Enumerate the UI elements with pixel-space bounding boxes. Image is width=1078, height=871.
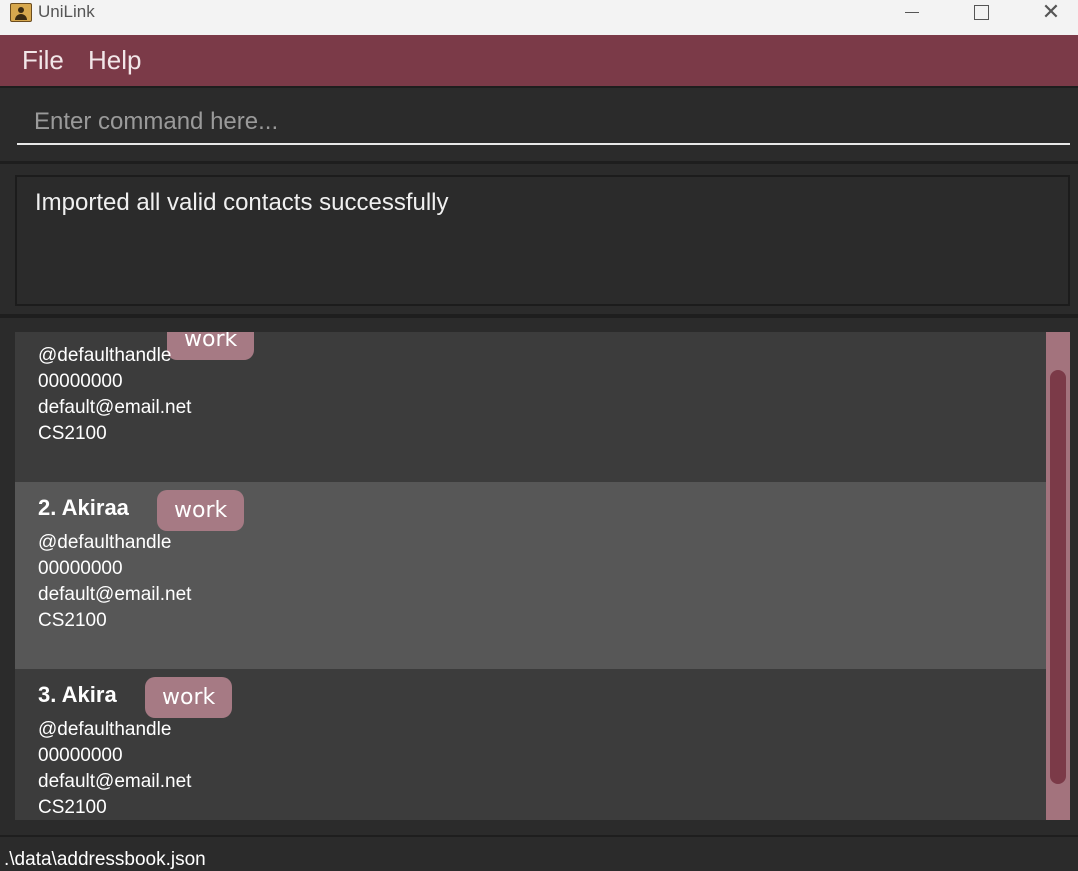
contact-email: default@email.net xyxy=(38,771,192,792)
command-input[interactable] xyxy=(17,101,1070,145)
contact-name: 2. Akiraa xyxy=(38,495,129,520)
minimize-button[interactable] xyxy=(882,0,942,25)
contact-email: default@email.net xyxy=(38,584,192,605)
minimize-icon xyxy=(905,12,919,13)
contact-tag: work xyxy=(167,332,255,360)
contact-handle: @defaulthandle xyxy=(38,532,172,553)
contact-tag: work xyxy=(145,677,233,718)
command-box xyxy=(0,90,1078,164)
result-message: Imported all valid contacts successfully xyxy=(35,189,449,216)
close-icon: ✕ xyxy=(1041,0,1061,25)
contact-phone: 00000000 xyxy=(38,371,123,392)
window-title: UniLink xyxy=(38,2,95,21)
contact-handle: @defaulthandle xyxy=(38,719,172,740)
title-bar: UniLink ✕ xyxy=(0,0,1078,35)
result-display: Imported all valid contacts successfully xyxy=(15,175,1070,306)
contact-phone: 00000000 xyxy=(38,745,123,766)
contact-card[interactable]: 2. Akiraa work @defaulthandle 00000000 d… xyxy=(15,482,1046,669)
contact-card[interactable]: work @defaulthandle 00000000 default@ema… xyxy=(15,332,1046,482)
contact-module: CS2100 xyxy=(38,610,107,631)
maximize-button[interactable] xyxy=(951,0,1011,25)
close-button[interactable]: ✕ xyxy=(1021,0,1078,25)
contact-phone: 00000000 xyxy=(38,558,123,579)
menu-help[interactable]: Help xyxy=(88,45,141,76)
scrollbar-thumb[interactable] xyxy=(1050,370,1066,784)
contact-module: CS2100 xyxy=(38,797,107,818)
contact-card[interactable]: 3. Akira work @defaulthandle 00000000 de… xyxy=(15,669,1046,820)
contact-handle: @defaulthandle xyxy=(38,345,172,366)
app-contact-icon xyxy=(10,3,32,22)
contact-tag: work xyxy=(157,490,245,531)
divider xyxy=(0,314,1078,318)
contact-name: 3. Akira xyxy=(38,682,117,707)
contact-list[interactable]: work @defaulthandle 00000000 default@ema… xyxy=(15,332,1070,820)
menu-bar: File Help xyxy=(0,35,1078,88)
status-bar: .\data\addressbook.json xyxy=(0,835,1078,870)
data-file-path: .\data\addressbook.json xyxy=(4,849,206,870)
contact-email: default@email.net xyxy=(38,397,192,418)
contact-module: CS2100 xyxy=(38,423,107,444)
maximize-icon xyxy=(973,5,989,20)
menu-file[interactable]: File xyxy=(22,45,64,76)
